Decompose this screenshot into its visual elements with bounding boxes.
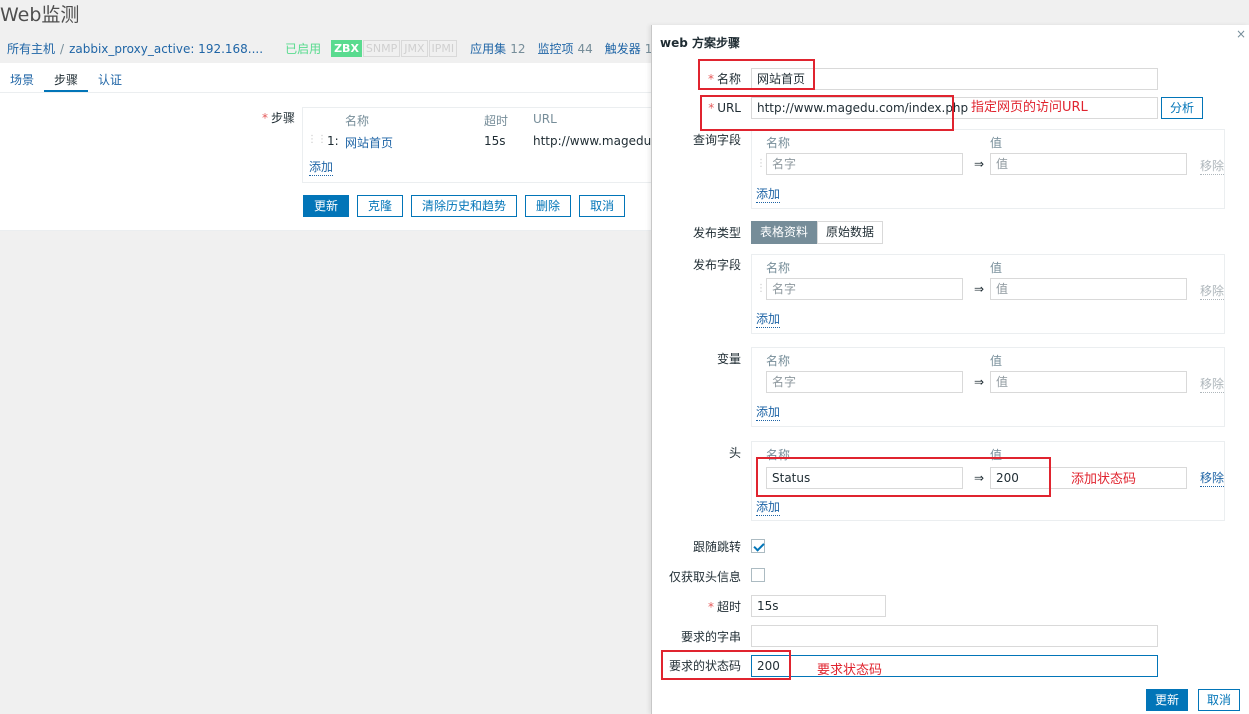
breadcrumb: 所有主机 / zabbix_proxy_active: 192.168.... … <box>7 40 652 57</box>
arrow-icon: ⇒ <box>974 157 985 171</box>
header-remove-link[interactable]: 移除 <box>1200 469 1224 487</box>
breadcrumb-all-hosts[interactable]: 所有主机 <box>7 40 55 57</box>
tab-bar: 场景 步骤 认证 <box>0 63 652 93</box>
var-add-link[interactable]: 添加 <box>756 403 781 421</box>
var-name-input[interactable]: 名字 <box>766 371 963 393</box>
timeout-input[interactable]: 15s <box>751 595 886 617</box>
query-name-input[interactable]: 名字 <box>766 153 963 175</box>
query-col-name: 名称 <box>766 136 791 150</box>
host-status[interactable]: 已启用 <box>285 40 321 57</box>
retrieve-headers-checkbox[interactable] <box>751 568 765 582</box>
steps-col-url: URL <box>533 112 557 126</box>
var-col-value: 值 <box>990 354 1003 368</box>
breadcrumb-host[interactable]: zabbix_proxy_active: 192.168.... <box>69 42 263 56</box>
post-fields-table: 名称 值 ⋮⋮ 名字 ⇒ 值 移除 添加 <box>751 254 1225 334</box>
required-string-label: 要求的字串 <box>680 630 741 644</box>
headers-label: 头 <box>728 446 741 460</box>
tag-snmp: SNMP <box>362 40 401 57</box>
form-buttons: 更新 克隆 清除历史和趋势 删除 取消 <box>303 195 626 217</box>
cancel-button[interactable]: 取消 <box>579 195 626 217</box>
query-fields-table: 名称 值 ⋮⋮ 名字 ⇒ 值 移除 添加 <box>751 129 1225 209</box>
step-url: http://www.magedu.co <box>533 134 669 148</box>
annotation-status-note: 要求状态码 <box>817 663 883 678</box>
delete-button[interactable]: 删除 <box>525 195 572 217</box>
post-type-raw-data[interactable]: 原始数据 <box>817 221 884 244</box>
status-codes-input[interactable]: 200 <box>751 655 1158 677</box>
arrow-icon: ⇒ <box>974 375 985 389</box>
follow-redirects-checkbox[interactable] <box>751 539 765 553</box>
post-type-toggle: 表格资料 原始数据 <box>751 221 884 244</box>
retrieve-headers-label: 仅获取头信息 <box>668 570 741 584</box>
step-dialog: web 方案步骤 × * 名称 网站首页 * URL http://www.mage… <box>651 25 1249 714</box>
var-value-input[interactable]: 值 <box>990 371 1187 393</box>
query-fields-label: 查询字段 <box>692 133 741 147</box>
query-value-input[interactable]: 值 <box>990 153 1187 175</box>
step-timeout: 15s <box>484 134 506 148</box>
steps-label: * 步骤 <box>262 111 296 125</box>
header-add-link[interactable]: 添加 <box>756 498 781 516</box>
annotation-box-url <box>700 95 954 131</box>
close-icon[interactable]: × <box>1236 27 1246 41</box>
var-remove-link[interactable]: 移除 <box>1200 375 1224 393</box>
counter-triggers[interactable]: 触发器 1 <box>605 40 653 57</box>
breadcrumb-separator: / <box>60 41 65 56</box>
timeout-label: * 超时 <box>707 600 741 614</box>
query-remove-link[interactable]: 移除 <box>1200 157 1224 175</box>
steps-table: 名称 超时 URL ⋮⋮ 1: 网站首页 15s http://www.mage… <box>302 107 669 183</box>
query-add-link[interactable]: 添加 <box>756 185 781 203</box>
drag-handle-icon[interactable]: ⋮⋮ <box>307 134 327 145</box>
steps-col-name: 名称 <box>345 114 370 128</box>
annotation-url-note: 指定网页的访问URL <box>971 100 1088 115</box>
counter-items[interactable]: 监控项 44 <box>537 40 592 57</box>
step-index: 1: <box>327 134 339 148</box>
post-col-name: 名称 <box>766 261 791 275</box>
var-col-name: 名称 <box>766 354 791 368</box>
post-fields-label: 发布字段 <box>692 258 741 272</box>
counter-applications[interactable]: 应用集 12 <box>470 40 525 57</box>
dialog-title: web 方案步骤 <box>660 36 740 50</box>
tag-zbx: ZBX <box>331 40 362 57</box>
parse-button[interactable]: 分析 <box>1161 97 1204 119</box>
tab-steps[interactable]: 步骤 <box>44 63 89 92</box>
tab-authentication[interactable]: 认证 <box>88 63 132 92</box>
variables-table: 名称 值 名字 ⇒ 值 移除 添加 <box>751 347 1225 427</box>
tag-ipmi: IPMI <box>428 40 458 57</box>
annotation-box-header <box>756 457 1051 497</box>
variables-label: 变量 <box>716 352 741 366</box>
update-button[interactable]: 更新 <box>303 195 350 217</box>
dialog-cancel-button[interactable]: 取消 <box>1198 689 1241 711</box>
tag-jmx: JMX <box>401 40 428 57</box>
arrow-icon: ⇒ <box>974 282 985 296</box>
dialog-update-button[interactable]: 更新 <box>1146 689 1189 711</box>
tab-scenario[interactable]: 场景 <box>0 63 44 92</box>
post-type-form-data[interactable]: 表格资料 <box>751 221 818 244</box>
post-add-link[interactable]: 添加 <box>756 310 781 328</box>
steps-col-timeout: 超时 <box>484 114 509 128</box>
page-title: Web监测 <box>0 4 80 26</box>
post-value-input[interactable]: 值 <box>990 278 1187 300</box>
step-name-link[interactable]: 网站首页 <box>345 134 393 151</box>
post-name-input[interactable]: 名字 <box>766 278 963 300</box>
post-type-label: 发布类型 <box>692 226 741 240</box>
steps-add-link[interactable]: 添加 <box>309 158 334 176</box>
annotation-header-note: 添加状态码 <box>1071 472 1137 487</box>
query-col-value: 值 <box>990 136 1003 150</box>
annotation-box-status <box>661 650 791 680</box>
scenario-form: 场景 步骤 认证 * 步骤 名称 超时 URL ⋮⋮ 1: 网站首页 15s ht… <box>0 63 669 231</box>
clone-button[interactable]: 克隆 <box>357 195 404 217</box>
required-string-input[interactable] <box>751 625 1158 647</box>
follow-redirects-label: 跟随跳转 <box>692 540 741 554</box>
post-col-value: 值 <box>990 261 1003 275</box>
annotation-box-name <box>698 59 815 90</box>
clear-history-button[interactable]: 清除历史和趋势 <box>411 195 518 217</box>
post-remove-link[interactable]: 移除 <box>1200 282 1224 300</box>
